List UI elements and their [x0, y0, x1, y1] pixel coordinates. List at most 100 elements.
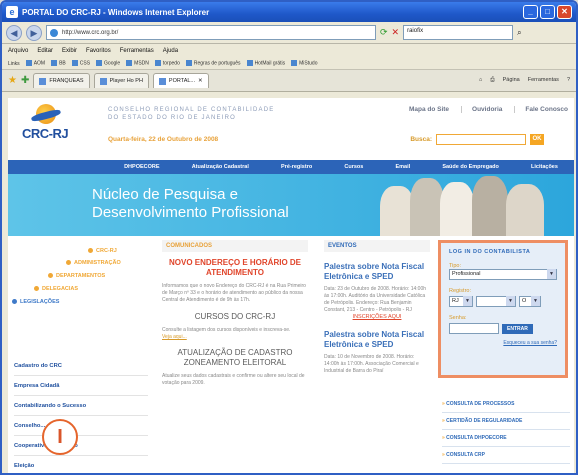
- links-bar: Links AOM BB CSS Google MSDN torpedo Reg…: [2, 58, 576, 70]
- tipo-select[interactable]: Profissional: [449, 269, 557, 280]
- menu-tools[interactable]: Ferramentas: [120, 48, 154, 54]
- cursos-title[interactable]: CURSOS DO CRC-RJ: [162, 312, 308, 322]
- quick-link[interactable]: CERTIDÃO DE REGULARIDADE: [442, 413, 570, 430]
- orbit-menu: CRC-RJ ADMINISTRAÇÃO DEPARTAMENTOS DELEG…: [8, 236, 150, 346]
- senha-input[interactable]: [449, 323, 499, 334]
- tab-close-icon[interactable]: ✕: [198, 78, 203, 84]
- quick-links: CONSULTA DE PROCESSOS CERTIDÃO DE REGULA…: [442, 396, 570, 464]
- tools-menu[interactable]: Ferramentas: [528, 77, 559, 84]
- maximize-button[interactable]: □: [540, 5, 555, 19]
- atualizacao-title[interactable]: ATUALIZAÇÃO DE CADASTRO ZONEAMENTO ELEIT…: [162, 348, 308, 368]
- nav-item[interactable]: Licitações: [531, 164, 558, 170]
- left-navigation: CRC-RJ ADMINISTRAÇÃO DEPARTAMENTOS DELEG…: [8, 236, 150, 473]
- quick-link[interactable]: CONSULTA DHPOECORE: [442, 430, 570, 447]
- link-item[interactable]: MiStudo: [291, 60, 317, 67]
- search-input[interactable]: raiofix: [403, 25, 514, 40]
- home-icon[interactable]: ⌂: [479, 77, 482, 84]
- ie-icon: e: [6, 6, 18, 18]
- event-title[interactable]: Palestra sobre Nota Fiscal Eletrônica e …: [324, 330, 430, 350]
- quick-link[interactable]: CONSULTA DE PROCESSOS: [442, 396, 570, 413]
- comunicado-headline[interactable]: NOVO ENDEREÇO E HORÁRIO DE ATENDIMENTO: [162, 258, 308, 278]
- quick-link[interactable]: CONSULTA CRP: [442, 447, 570, 464]
- categoria-select[interactable]: O: [519, 296, 541, 307]
- address-bar: ◀ ▶ http://www.crc.org.br/ ⟳ ✕ raiofix ⌕: [2, 22, 576, 44]
- menu-favorites[interactable]: Favoritos: [86, 48, 111, 54]
- link-item[interactable]: torpedo: [155, 60, 180, 67]
- minimize-button[interactable]: _: [523, 5, 538, 19]
- main-nav: DHPOECORE Atualização Cadastral Pré-regi…: [8, 160, 574, 174]
- uf-select[interactable]: RJ: [449, 296, 473, 307]
- menu-edit[interactable]: Editar: [37, 48, 53, 54]
- url-input[interactable]: http://www.crc.org.br/: [46, 25, 376, 40]
- stop-icon[interactable]: ✕: [392, 27, 400, 38]
- tab-portal[interactable]: PORTAL... ✕: [152, 73, 209, 88]
- menu-view[interactable]: Exibir: [62, 48, 77, 54]
- menu-file[interactable]: Arquivo: [8, 48, 28, 54]
- menu-crc-rj[interactable]: CRC-RJ: [88, 248, 117, 254]
- link-item[interactable]: BB: [51, 60, 66, 67]
- nav-item[interactable]: Atualização Cadastral: [192, 164, 249, 170]
- side-link[interactable]: Empresa Cidadã: [14, 376, 148, 396]
- callout-marker: I: [42, 419, 78, 455]
- content-area: CRC-RJ ADMINISTRAÇÃO DEPARTAMENTOS DELEG…: [8, 236, 574, 473]
- inscricoes-link[interactable]: INSCRIÇÕES AQUI: [324, 314, 430, 320]
- eventos-header: EVENTOS: [324, 240, 430, 252]
- side-link[interactable]: Contabilizando o Sucesso: [14, 396, 148, 416]
- event-text: Data: 23 de Outubro de 2008. Horário: 14…: [324, 286, 427, 313]
- link-item[interactable]: Google: [96, 60, 120, 67]
- registro-input[interactable]: [476, 296, 516, 307]
- tab-franqueas[interactable]: FRANQUEAS: [33, 73, 90, 88]
- close-button[interactable]: ✕: [557, 5, 572, 19]
- side-link[interactable]: Cadastro do CRC: [14, 356, 148, 376]
- menu-legislacoes[interactable]: LEGISLAÇÕES: [12, 299, 59, 305]
- nav-item[interactable]: Email: [395, 164, 410, 170]
- entrar-button[interactable]: ENTRAR: [502, 323, 533, 334]
- banner-line2: Desenvolvimento Profissional: [92, 204, 289, 221]
- nav-item[interactable]: Pré-registro: [281, 164, 312, 170]
- ouvidoria-link[interactable]: Ouvidoria: [461, 106, 502, 113]
- side-link[interactable]: Cooperativa de Crédito: [14, 436, 148, 456]
- site-search: Busca: OK: [410, 134, 544, 145]
- tab-player[interactable]: Player Ho PH: [93, 73, 149, 88]
- event-title[interactable]: Palestra sobre Nota Fiscal Eletrônica e …: [324, 262, 430, 282]
- org-line1: CONSELHO REGIONAL DE CONTABILIDADE: [108, 107, 275, 113]
- side-link[interactable]: Conselho...: [14, 416, 148, 436]
- contact-link[interactable]: Fale Conosco: [514, 106, 568, 113]
- menu-departamentos[interactable]: DEPARTAMENTOS: [48, 273, 105, 279]
- link-item[interactable]: CSS: [72, 60, 90, 67]
- side-link[interactable]: Eleição: [14, 456, 148, 473]
- favorites-star-icon[interactable]: ★: [8, 75, 17, 86]
- site-search-button[interactable]: OK: [530, 134, 544, 145]
- tab-icon: [99, 77, 107, 85]
- link-item[interactable]: HotMail grátis: [247, 60, 286, 67]
- veja-mais-link[interactable]: Veja aqui...: [162, 334, 308, 340]
- menu-delegacias[interactable]: DELEGACIAS: [34, 286, 78, 292]
- forgot-password-link[interactable]: Esqueceu a sua senha?: [449, 340, 557, 346]
- menu-help[interactable]: Ajuda: [163, 48, 178, 54]
- page-menu[interactable]: Página: [503, 77, 520, 84]
- refresh-icon[interactable]: ⟳: [380, 27, 388, 38]
- print-icon[interactable]: ⎙: [490, 77, 494, 84]
- window-title: PORTAL DO CRC-RJ - Windows Internet Expl…: [22, 7, 210, 17]
- tab-label: Player Ho PH: [109, 78, 143, 84]
- search-icon[interactable]: ⌕: [517, 28, 521, 38]
- sitemap-link[interactable]: Mapa do Site: [399, 106, 449, 113]
- back-icon[interactable]: ◀: [6, 24, 22, 41]
- link-item[interactable]: MSDN: [126, 60, 149, 67]
- site-search-input[interactable]: [436, 134, 526, 145]
- crc-logo[interactable]: CRC-RJ: [22, 104, 82, 154]
- link-item[interactable]: AOM: [26, 60, 45, 67]
- help-icon[interactable]: ?: [567, 77, 570, 84]
- nav-item[interactable]: DHPOECORE: [124, 164, 159, 170]
- forward-icon[interactable]: ▶: [26, 24, 42, 41]
- org-line2: DO ESTADO DO RIO DE JANEIRO: [108, 115, 236, 121]
- tab-icon: [158, 77, 166, 85]
- banner-line1: Núcleo de Pesquisa e: [92, 186, 238, 203]
- site-header: CRC-RJ CONSELHO REGIONAL DE CONTABILIDAD…: [8, 98, 574, 160]
- nav-item[interactable]: Saúde do Empregado: [442, 164, 499, 170]
- event-text: Data: 10 de Novembro de 2008. Horário: 1…: [324, 354, 419, 374]
- nav-item[interactable]: Cursos: [344, 164, 363, 170]
- add-favorite-icon[interactable]: ✚: [21, 75, 29, 86]
- link-item[interactable]: Regras de português: [186, 60, 241, 67]
- menu-administracao[interactable]: ADMINISTRAÇÃO: [66, 260, 121, 266]
